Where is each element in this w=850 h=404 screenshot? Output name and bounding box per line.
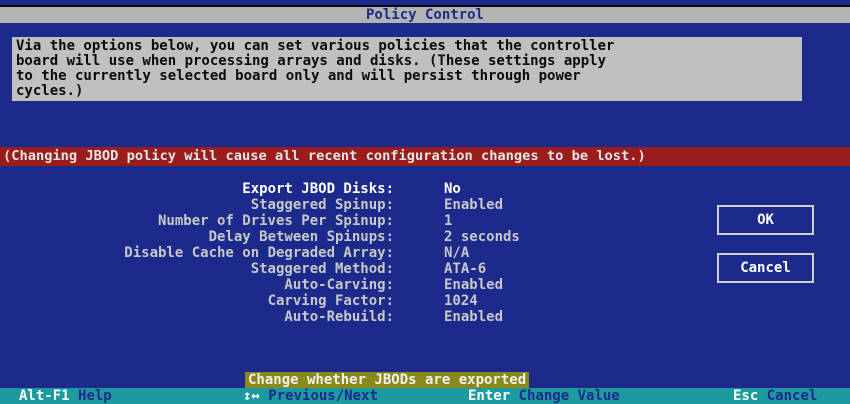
setting-delay-between-spinups[interactable]: Delay Between Spinups: 2 seconds	[0, 229, 700, 245]
footer-change-value[interactable]: Enter Change Value	[468, 388, 620, 404]
title-bar: Policy Control	[0, 5, 850, 23]
window-title: Policy Control	[359, 7, 490, 23]
setting-value[interactable]: Enabled	[444, 309, 503, 325]
setting-value[interactable]: No	[444, 181, 461, 197]
setting-label: Auto-Rebuild:	[284, 309, 394, 325]
description-line: to the currently selected board only and…	[16, 68, 581, 84]
bios-screen: Policy Control Via the options below, yo…	[0, 0, 850, 404]
footer-help[interactable]: Alt-F1 Help	[19, 388, 112, 404]
setting-auto-rebuild[interactable]: Auto-Rebuild: Enabled	[0, 309, 700, 325]
description-line: board will use when processing arrays an…	[16, 53, 607, 69]
setting-label: Auto-Carving:	[284, 277, 394, 293]
arrows-icon: ↕↔	[243, 388, 260, 404]
setting-label: Carving Factor:	[267, 293, 394, 309]
setting-staggered-spinup[interactable]: Staggered Spinup: Enabled	[0, 197, 700, 213]
setting-value[interactable]: N/A	[444, 245, 469, 261]
cancel-label: Cancel	[766, 388, 818, 404]
setting-drives-per-spinup[interactable]: Number of Drives Per Spinup: 1	[0, 213, 700, 229]
warning-text: (Changing JBOD policy will cause all rec…	[3, 148, 646, 164]
setting-value[interactable]: Enabled	[444, 197, 503, 213]
esc-key: Esc	[733, 388, 759, 404]
status-hint: Change whether JBODs are exported	[245, 372, 530, 388]
setting-auto-carving[interactable]: Auto-Carving: Enabled	[0, 277, 700, 293]
setting-disable-cache-degraded[interactable]: Disable Cache on Degraded Array: N/A	[0, 245, 700, 261]
navigate-label: Previous/Next	[268, 388, 378, 404]
help-label: Help	[78, 388, 112, 404]
setting-label: Number of Drives Per Spinup:	[157, 213, 394, 229]
setting-carving-factor[interactable]: Carving Factor: 1024	[0, 293, 700, 309]
enter-key: Enter	[468, 388, 511, 404]
cancel-button[interactable]: Cancel	[717, 253, 814, 283]
description-line: cycles.)	[16, 83, 84, 99]
setting-export-jbod-disks[interactable]: Export JBOD Disks: No	[0, 181, 700, 197]
description-line: Via the options below, you can set vario…	[16, 38, 615, 54]
setting-value[interactable]: 1024	[444, 293, 478, 309]
setting-label: Export JBOD Disks:	[242, 181, 394, 197]
setting-value[interactable]: 1	[444, 213, 452, 229]
help-key: Alt-F1	[19, 388, 70, 404]
setting-value[interactable]: Enabled	[444, 277, 503, 293]
warning-banner: (Changing JBOD policy will cause all rec…	[0, 147, 850, 166]
setting-staggered-method[interactable]: Staggered Method: ATA-6	[0, 261, 700, 277]
change-value-label: Change Value	[518, 388, 620, 404]
footer-cancel[interactable]: Esc Cancel	[733, 388, 817, 404]
footer-keybar: Alt-F1 Help ↕↔ Previous/Next Enter Chang…	[0, 388, 850, 404]
ok-button[interactable]: OK	[717, 205, 814, 235]
footer-navigate[interactable]: ↕↔ Previous/Next	[243, 388, 378, 404]
setting-label: Staggered Spinup:	[250, 197, 394, 213]
setting-value[interactable]: 2 seconds	[444, 229, 520, 245]
setting-label: Staggered Method:	[250, 261, 394, 277]
description-panel: Via the options below, you can set vario…	[12, 37, 802, 101]
setting-value[interactable]: ATA-6	[444, 261, 486, 277]
setting-label: Disable Cache on Degraded Array:	[124, 245, 394, 261]
setting-label: Delay Between Spinups:	[208, 229, 394, 245]
